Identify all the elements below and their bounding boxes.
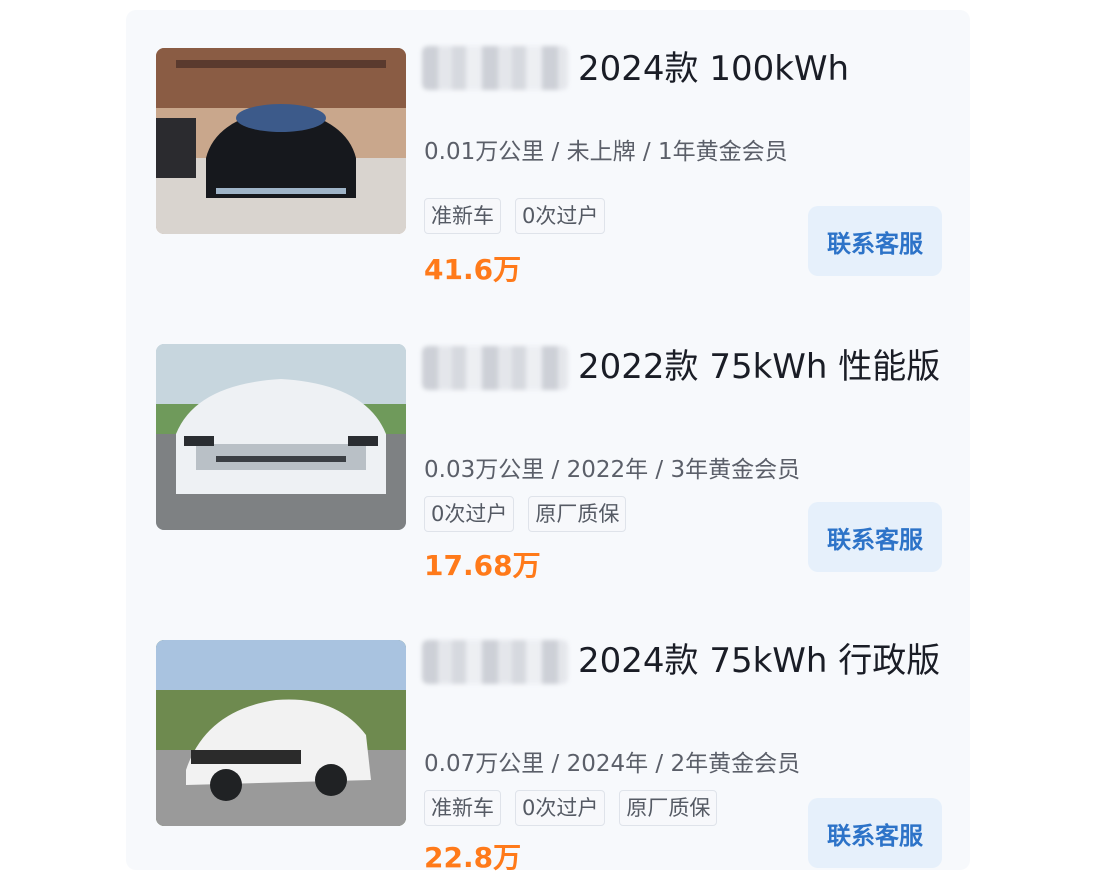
blurred-brand (422, 46, 568, 90)
listing-title: 2022款 75kWh 性能版 (578, 347, 941, 387)
contact-service-button[interactable]: 联系客服 (808, 798, 942, 868)
listing-price: 17.68万 (424, 549, 541, 582)
car-photo-image (156, 344, 406, 530)
listing-tags: 准新车 0次过户 原厂质保 (424, 790, 718, 826)
tag: 原厂质保 (619, 790, 718, 826)
listing-meta: 0.01万公里 / 未上牌 / 1年黄金会员 (424, 139, 788, 165)
listing-page: 2024款 100kWh 0.01万公里 / 未上牌 / 1年黄金会员 准新车 … (0, 0, 1108, 874)
listing-tags: 0次过户 原厂质保 (424, 496, 627, 532)
listing-title: 2024款 75kWh 行政版 (578, 641, 941, 681)
tag: 0次过户 (424, 496, 515, 532)
listing-meta: 0.03万公里 / 2022年 / 3年黄金会员 (424, 457, 801, 483)
car-photo[interactable] (156, 344, 406, 530)
tag: 原厂质保 (528, 496, 627, 532)
listing-meta: 0.07万公里 / 2024年 / 2年黄金会员 (424, 751, 801, 777)
tag: 准新车 (424, 790, 501, 826)
listing-price: 22.8万 (424, 841, 522, 874)
listing-tags: 准新车 0次过户 (424, 198, 606, 234)
listing-title: 2024款 100kWh (578, 49, 850, 89)
contact-service-button[interactable]: 联系客服 (808, 502, 942, 572)
car-photo[interactable] (156, 640, 406, 826)
car-photo-image (156, 48, 406, 234)
tag: 准新车 (424, 198, 501, 234)
tag: 0次过户 (515, 198, 606, 234)
contact-service-button[interactable]: 联系客服 (808, 206, 942, 276)
tag: 0次过户 (515, 790, 606, 826)
car-photo[interactable] (156, 48, 406, 234)
listing-price: 41.6万 (424, 253, 522, 286)
car-photo-image (156, 640, 406, 826)
